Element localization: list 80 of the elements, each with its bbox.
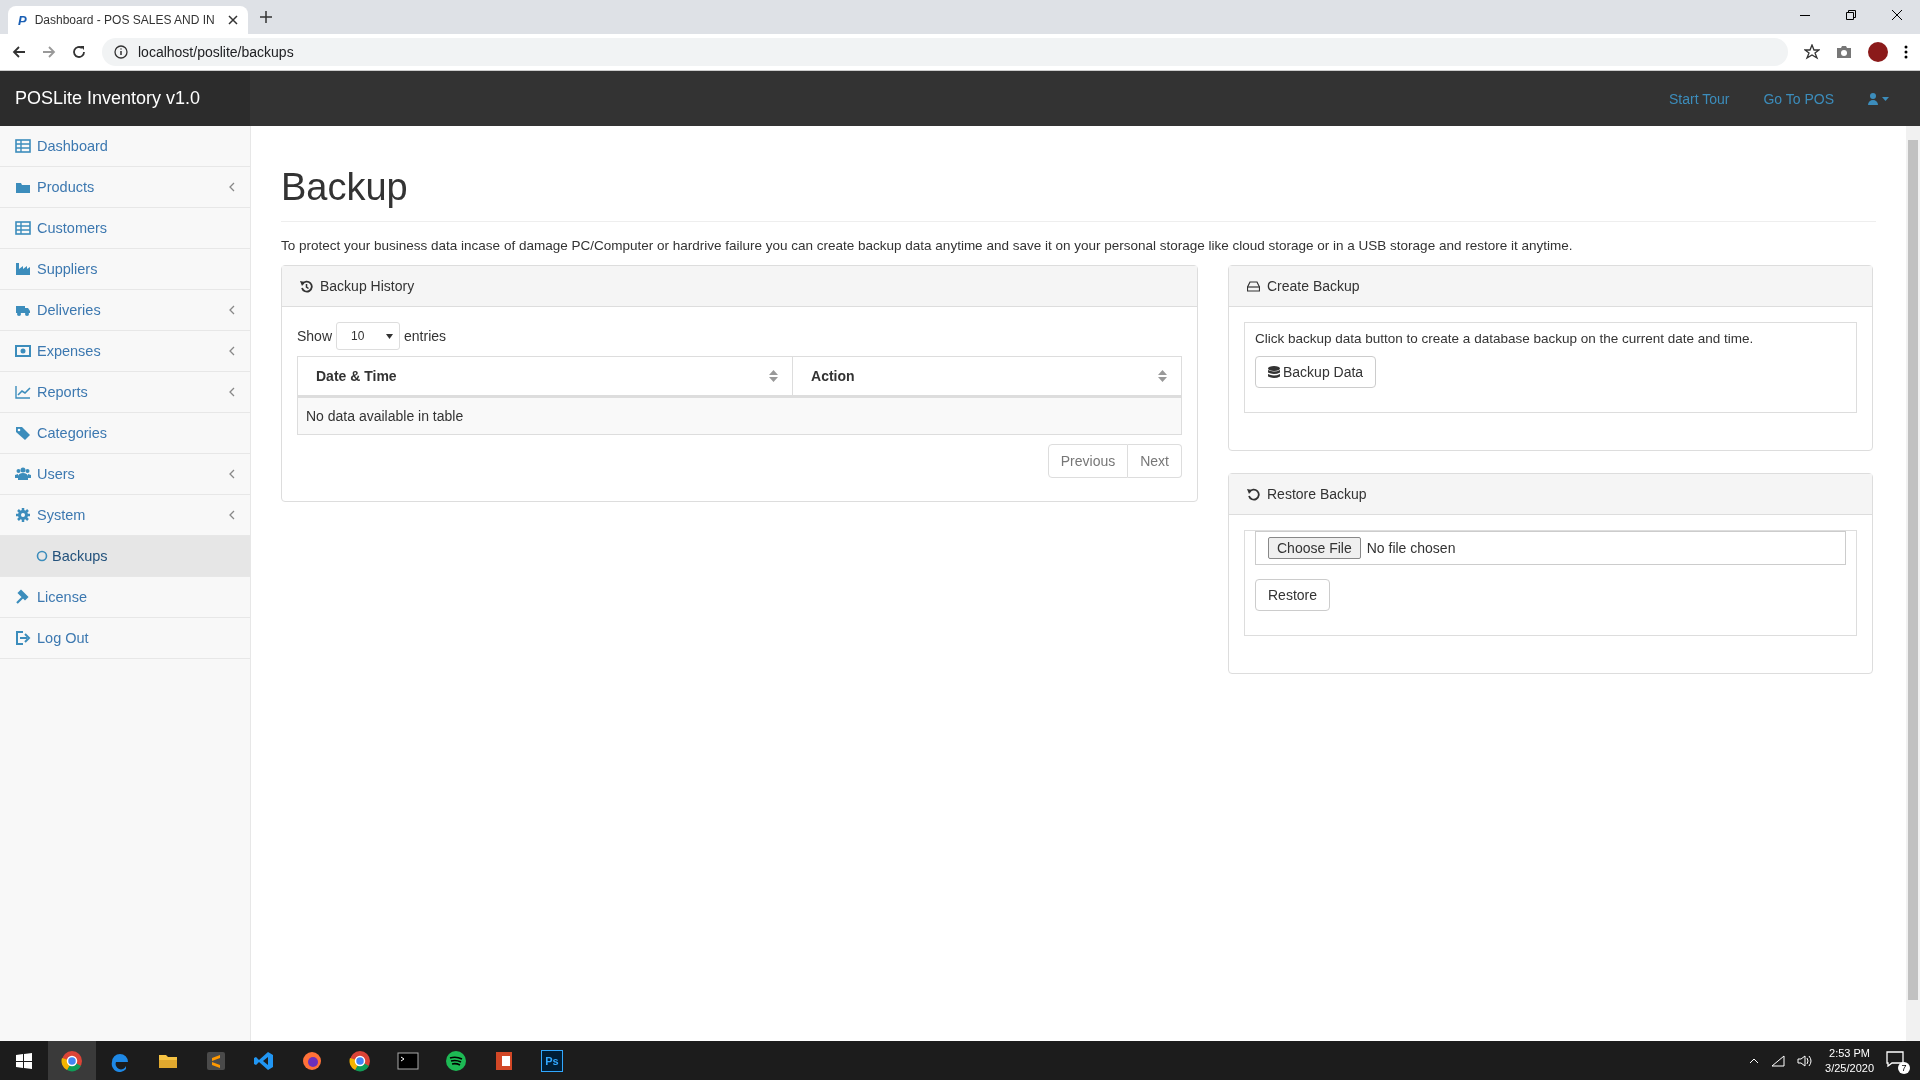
sidebar-item[interactable]: Users	[0, 454, 250, 495]
browser-tab[interactable]: P Dashboard - POS SALES AND IN	[8, 6, 248, 34]
minimize-icon[interactable]	[1800, 14, 1810, 16]
url-text: localhost/poslite/backups	[138, 44, 294, 60]
chrome-icon[interactable]	[349, 1050, 371, 1072]
user-menu-icon[interactable]	[1868, 92, 1890, 105]
scrollbar[interactable]	[1906, 126, 1920, 1041]
profile-avatar[interactable]	[1868, 42, 1888, 62]
file-input[interactable]: Choose File No file chosen	[1255, 531, 1846, 565]
forward-icon[interactable]	[42, 45, 56, 59]
clock[interactable]: 2:53 PM 3/25/2020	[1825, 1046, 1874, 1076]
nav-link[interactable]: Start Tour	[1669, 90, 1730, 107]
panel-title: Restore Backup	[1267, 486, 1367, 502]
speaker-icon[interactable]	[1797, 1055, 1814, 1067]
panel-title: Create Backup	[1267, 278, 1360, 294]
terminal-icon[interactable]	[397, 1050, 419, 1072]
info-icon	[114, 45, 128, 59]
more-icon[interactable]	[1904, 45, 1908, 59]
favicon-icon: P	[18, 12, 27, 28]
windows-start-icon[interactable]	[16, 1053, 32, 1069]
history-icon	[300, 279, 313, 293]
nav-link[interactable]: Go To POS	[1763, 90, 1834, 107]
table-icon	[15, 138, 31, 154]
gavel-icon	[15, 589, 31, 605]
sidebar-item[interactable]: Dashboard	[0, 126, 250, 167]
entries-label: entries	[404, 328, 447, 344]
tag-icon	[15, 425, 31, 441]
star-icon[interactable]	[1804, 44, 1820, 60]
show-label: Show	[297, 328, 333, 344]
dropdown-icon	[386, 333, 394, 339]
sign-out-icon	[15, 630, 31, 646]
back-icon[interactable]	[12, 45, 26, 59]
new-tab-icon[interactable]	[260, 11, 272, 23]
code-editor-icon[interactable]	[253, 1050, 275, 1072]
factory-icon	[15, 261, 31, 277]
address-bar[interactable]: localhost/poslite/backups	[102, 38, 1788, 66]
camera-icon[interactable]	[1836, 45, 1852, 59]
database-icon	[1268, 365, 1280, 379]
table-icon	[15, 220, 31, 236]
restore-button[interactable]: Restore	[1255, 579, 1331, 611]
drive-icon	[1247, 280, 1260, 292]
sidebar-item[interactable]: Expenses	[0, 331, 250, 372]
sidebar-item[interactable]: Customers	[0, 208, 250, 249]
notification-icon[interactable]	[1886, 1051, 1904, 1067]
page-description: To protect your business data incase of damage PC/Computer or hardrive failure you can create backup data anytime and save it on your personal storage like cloud storage or in a USB storage and restore it anytime.	[281, 238, 1574, 253]
undo-icon	[1247, 487, 1260, 501]
brand-title[interactable]: POSLite Inventory v1.0	[0, 71, 250, 126]
page-size-select[interactable]: 10	[336, 322, 401, 350]
chevron-up-icon[interactable]	[1749, 1058, 1760, 1064]
sidebar-item[interactable]: Categories	[0, 413, 250, 454]
page-title: Backup	[281, 166, 1876, 222]
line-chart-icon	[15, 384, 31, 400]
create-backup-text: Click backup data button to create a database backup on the current date and time.	[1255, 331, 1755, 346]
money-icon	[15, 343, 31, 359]
close-icon[interactable]	[1892, 10, 1902, 20]
editor-icon[interactable]	[205, 1050, 227, 1072]
sidebar-item[interactable]: Log Out	[0, 618, 250, 659]
app-icon[interactable]: Ps	[541, 1050, 563, 1072]
circle-icon	[36, 550, 48, 562]
music-icon[interactable]	[445, 1050, 467, 1072]
sidebar-item[interactable]: Suppliers	[0, 249, 250, 290]
notification-count: 7	[1898, 1062, 1910, 1074]
fox-icon[interactable]	[301, 1050, 323, 1072]
sort-icon	[769, 370, 779, 382]
sort-icon	[1158, 370, 1167, 382]
empty-table-message: No data available in table	[297, 396, 1182, 435]
slides-icon[interactable]	[493, 1050, 515, 1072]
users-icon	[15, 466, 31, 482]
restore-icon[interactable]	[1846, 10, 1856, 20]
sidebar-subitem[interactable]: Backups	[0, 536, 250, 577]
panel-title: Backup History	[320, 278, 415, 294]
reload-icon[interactable]	[72, 45, 86, 59]
sidebar-item[interactable]: Reports	[0, 372, 250, 413]
gear-icon	[15, 507, 31, 523]
sidebar-item[interactable]: Deliveries	[0, 290, 250, 331]
sidebar-item[interactable]: License	[0, 577, 250, 618]
close-icon[interactable]	[228, 15, 238, 25]
backup-data-button[interactable]: Backup Data	[1255, 356, 1377, 388]
sidebar-item[interactable]: Products	[0, 167, 250, 208]
chrome-icon[interactable]	[61, 1050, 83, 1072]
